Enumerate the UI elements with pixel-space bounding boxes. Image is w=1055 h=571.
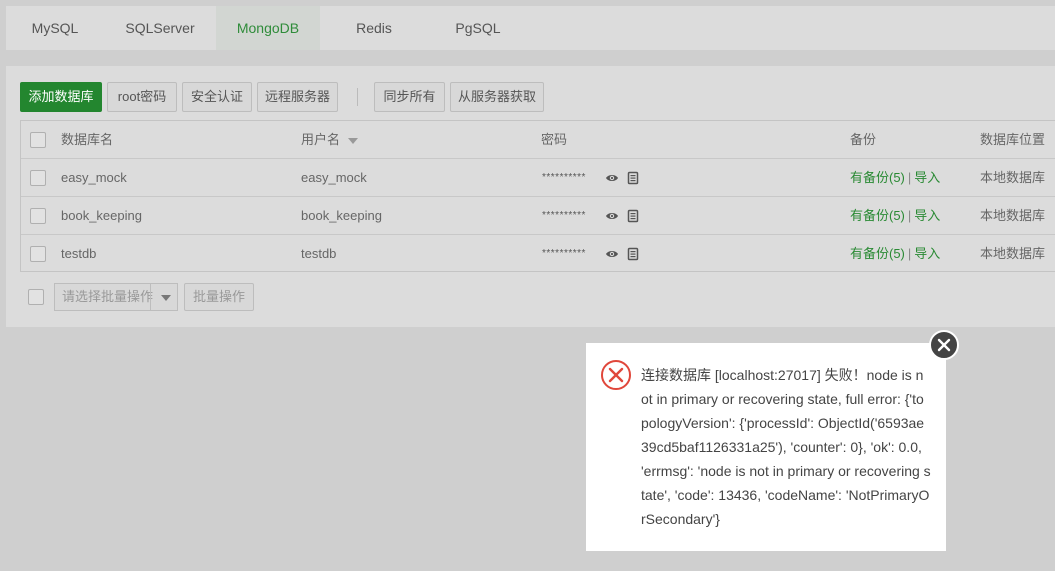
sync-all-button[interactable]: 同步所有 xyxy=(374,82,445,112)
header-password: 密码 xyxy=(541,132,568,147)
username-cell: book_keeping xyxy=(301,208,382,223)
header-db-name: 数据库名 xyxy=(61,132,114,147)
location-cell: 本地数据库 xyxy=(980,170,1046,185)
batch-select-all-checkbox[interactable] xyxy=(28,289,44,305)
db-name-cell: easy_mock xyxy=(61,170,127,185)
remote-server-button[interactable]: 远程服务器 xyxy=(257,82,338,112)
password-cell: ********** xyxy=(542,210,586,221)
select-all-checkbox[interactable] xyxy=(30,132,46,148)
batch-operation-select[interactable]: 请选择批量操作 xyxy=(54,283,178,311)
toolbar-divider xyxy=(357,88,358,106)
error-icon xyxy=(601,360,631,390)
backup-link[interactable]: 有备份(5) xyxy=(850,208,905,223)
password-cell: ********** xyxy=(542,248,586,259)
table-row: easy_mock easy_mock ********** 有备份(5) | 导入… xyxy=(21,159,1055,197)
backup-cell: 有备份(5) | 导入 xyxy=(850,246,941,261)
sort-down-icon[interactable] xyxy=(347,137,358,144)
location-cell: 本地数据库 xyxy=(980,246,1046,261)
db-name-cell: testdb xyxy=(61,246,97,261)
copy-icon[interactable] xyxy=(626,247,640,261)
database-type-tabs: MySQL SQLServer MongoDB Redis PgSQL xyxy=(6,6,1055,50)
root-password-button[interactable]: root密码 xyxy=(107,82,177,112)
header-username-label: 用户名 xyxy=(301,132,341,147)
add-database-button[interactable]: 添加数据库 xyxy=(20,82,102,112)
tab-pgsql[interactable]: PgSQL xyxy=(428,6,528,50)
table-header: 数据库名 用户名 密码 备份 数据库位置 xyxy=(21,121,1055,159)
eye-icon[interactable] xyxy=(605,247,619,261)
import-link[interactable]: 导入 xyxy=(914,246,940,261)
table-row: testdb testdb ********** 有备份(5) | 导入 本地数据库 xyxy=(21,235,1055,273)
eye-icon[interactable] xyxy=(605,209,619,223)
batch-select-placeholder: 请选择批量操作 xyxy=(62,289,154,304)
eye-icon[interactable] xyxy=(605,171,619,185)
chevron-down-icon xyxy=(161,295,171,301)
db-name-cell: book_keeping xyxy=(61,208,142,223)
error-dialog: 连接数据库 [localhost:27017] 失败！node is not i… xyxy=(586,343,946,551)
error-message: 连接数据库 [localhost:27017] 失败！node is not i… xyxy=(641,367,931,527)
row-checkbox[interactable] xyxy=(30,208,46,224)
username-cell: easy_mock xyxy=(301,170,367,185)
tab-mysql[interactable]: MySQL xyxy=(6,6,104,50)
fetch-from-server-button[interactable]: 从服务器获取 xyxy=(450,82,544,112)
database-panel: 添加数据库 root密码 安全认证 远程服务器 同步所有 从服务器获取 数据库名… xyxy=(6,66,1055,327)
import-link[interactable]: 导入 xyxy=(914,170,940,185)
backup-link[interactable]: 有备份(5) xyxy=(850,170,905,185)
row-checkbox[interactable] xyxy=(30,170,46,186)
backup-cell: 有备份(5) | 导入 xyxy=(850,170,941,185)
header-location: 数据库位置 xyxy=(980,132,1046,147)
header-username[interactable]: 用户名 xyxy=(301,121,358,158)
copy-icon[interactable] xyxy=(626,209,640,223)
close-icon xyxy=(937,338,951,352)
header-backup: 备份 xyxy=(850,132,877,147)
tab-redis[interactable]: Redis xyxy=(320,6,428,50)
backup-link[interactable]: 有备份(5) xyxy=(850,246,905,261)
location-cell: 本地数据库 xyxy=(980,208,1046,223)
batch-operation-button[interactable]: 批量操作 xyxy=(184,283,254,311)
copy-icon[interactable] xyxy=(626,171,640,185)
import-link[interactable]: 导入 xyxy=(914,208,940,223)
select-divider xyxy=(150,284,151,310)
password-cell: ********** xyxy=(542,172,586,183)
tab-sqlserver[interactable]: SQLServer xyxy=(104,6,216,50)
database-table: 数据库名 用户名 密码 备份 数据库位置 easy_mock easy_mock… xyxy=(20,120,1055,272)
backup-cell: 有备份(5) | 导入 xyxy=(850,208,941,223)
username-cell: testdb xyxy=(301,246,337,261)
security-auth-button[interactable]: 安全认证 xyxy=(182,82,252,112)
table-row: book_keeping book_keeping ********** 有备份… xyxy=(21,197,1055,235)
dialog-close-button[interactable] xyxy=(929,330,959,360)
tab-mongodb[interactable]: MongoDB xyxy=(216,6,320,50)
row-checkbox[interactable] xyxy=(30,246,46,262)
